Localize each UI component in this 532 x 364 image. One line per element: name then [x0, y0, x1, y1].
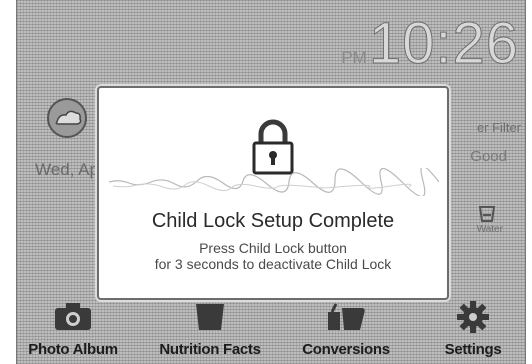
nav-photo-album[interactable]: Photo Album [17, 294, 129, 364]
fridge-screen: PM 10:26 Wed, Ap er Filter Good Water Ch… [16, 0, 526, 364]
child-lock-dialog[interactable]: Child Lock Setup Complete Press Child Lo… [97, 86, 449, 300]
camera-icon [55, 303, 91, 330]
water-label: Water [476, 224, 503, 235]
nav-label-settings: Settings [444, 341, 502, 358]
nav-label-photo-album: Photo Album [28, 341, 118, 358]
dialog-divider [108, 168, 439, 196]
clock-ampm: PM [341, 48, 367, 67]
water-filter-status: Good [470, 148, 507, 165]
weather-icon[interactable] [45, 96, 89, 140]
nav-nutrition-facts[interactable]: Nutrition Facts [145, 294, 275, 364]
dialog-title: Child Lock Setup Complete [151, 210, 395, 232]
bottom-nav: Photo Album Nutrition Facts Conversions [17, 294, 525, 364]
date-text: Wed, Ap [35, 160, 99, 179]
lock-icon [252, 119, 294, 175]
nav-conversions[interactable]: Conversions [287, 294, 405, 364]
nutrition-icon [196, 304, 224, 330]
dialog-message-line2: for 3 seconds to deactivate Child Lock [154, 256, 392, 272]
dialog-message: Press Child Lock button for 3 seconds to… [99, 240, 447, 272]
water-cup-icon[interactable] [477, 205, 497, 223]
nav-label-nutrition-facts: Nutrition Facts [159, 341, 261, 358]
nav-settings[interactable]: Settings [421, 294, 525, 364]
water-filter-label[interactable]: er Filter [477, 120, 521, 135]
conversions-icon [328, 303, 365, 330]
clock-time: 10:26 [368, 11, 519, 77]
nav-label-conversions: Conversions [302, 341, 390, 358]
dialog-message-line1: Press Child Lock button [199, 240, 347, 256]
gear-icon [457, 301, 489, 333]
clock: PM 10:26 [341, 10, 519, 77]
